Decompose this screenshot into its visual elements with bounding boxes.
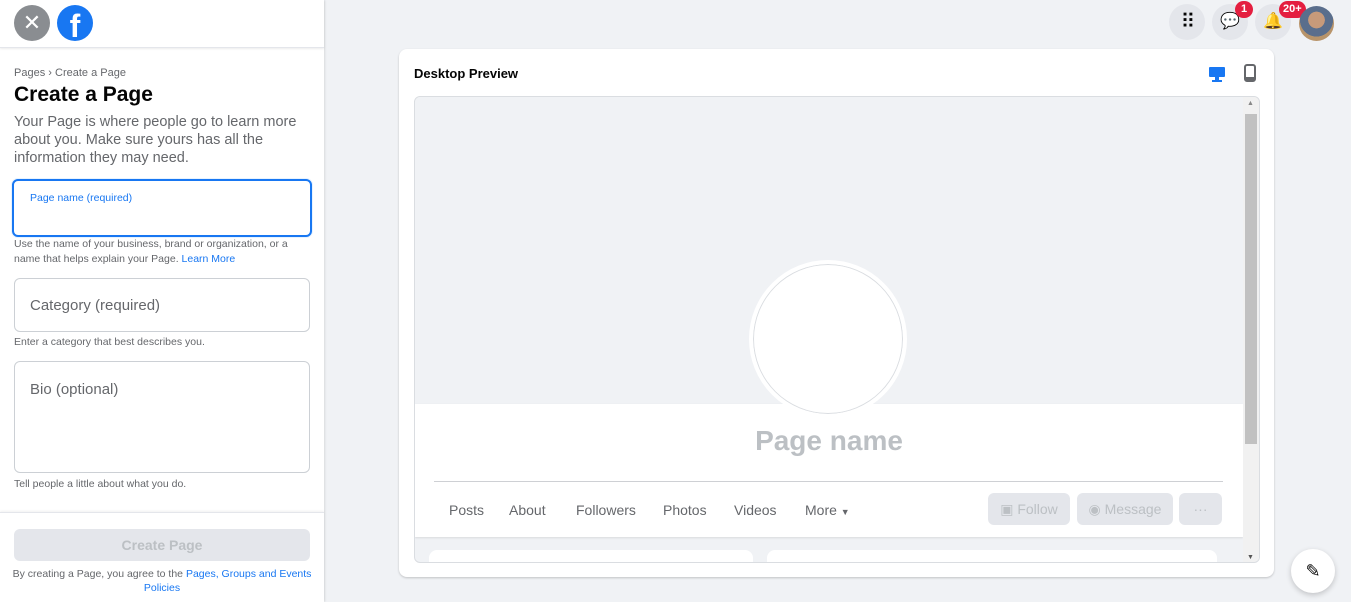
mobile-icon[interactable]	[1244, 64, 1256, 82]
intro-card	[429, 550, 753, 562]
bio-input[interactable]: Bio (optional)	[14, 361, 310, 473]
page-name-hint: Use the name of your business, brand or …	[14, 238, 288, 265]
create-page-sidebar: ✕ f Pages › Create a Page Create a Page …	[0, 0, 324, 602]
preview-frame: Page name Posts About Followers Photos V…	[414, 96, 1260, 563]
new-message-button[interactable]: ✎	[1291, 549, 1335, 593]
tab-videos[interactable]: Videos	[734, 502, 777, 518]
preview-scrollbar[interactable]: ▲ ▼	[1243, 97, 1259, 562]
sidebar-header: ✕ f	[0, 0, 324, 48]
breadcrumb-pages[interactable]: Pages	[14, 67, 45, 79]
bio-placeholder: Bio (optional)	[30, 381, 119, 398]
bio-hint: Tell people a little about what you do.	[14, 478, 187, 490]
follow-icon: ▣	[1000, 501, 1014, 517]
tab-posts[interactable]: Posts	[449, 502, 484, 518]
post-card	[767, 550, 1217, 562]
divider	[434, 481, 1223, 482]
desktop-icon[interactable]	[1208, 66, 1226, 82]
page-name-label: Page name (required)	[30, 192, 133, 204]
desktop-preview-card: Desktop Preview Page name Posts About Fo…	[399, 49, 1274, 577]
preview-title: Desktop Preview	[414, 66, 519, 81]
category-hint: Enter a category that best describes you…	[14, 336, 205, 348]
learn-more-link[interactable]: Learn More	[182, 253, 236, 265]
category-input[interactable]: Category (required)	[14, 278, 310, 332]
more-options-button[interactable]: ···	[1179, 493, 1222, 525]
account-avatar[interactable]	[1299, 6, 1334, 41]
messenger-icon: ◉	[1088, 501, 1101, 517]
close-button[interactable]: ✕	[14, 5, 50, 41]
create-page-button[interactable]: Create Page	[14, 529, 310, 561]
scrollbar-thumb[interactable]	[1245, 114, 1257, 444]
menu-button[interactable]: ⠿	[1169, 4, 1205, 40]
breadcrumb-current: Create a Page	[55, 67, 126, 79]
page-description: Your Page is where people go to learn mo…	[14, 114, 297, 166]
breadcrumb: Pages › Create a Page	[14, 67, 126, 79]
tab-followers[interactable]: Followers	[576, 502, 636, 518]
profile-picture	[749, 260, 907, 418]
messenger-badge: 1	[1235, 1, 1253, 18]
page-title: Create a Page	[14, 83, 153, 106]
breadcrumb-separator: ›	[48, 67, 52, 79]
compose-icon: ✎	[1305, 561, 1321, 581]
page-name-input[interactable]: Page name (required)	[12, 179, 312, 237]
tab-about[interactable]: About	[509, 502, 546, 518]
grid-icon: ⠿	[1180, 11, 1196, 33]
facebook-logo[interactable]: f	[57, 5, 93, 41]
bell-icon: 🔔	[1263, 13, 1283, 30]
close-icon: ✕	[22, 10, 42, 35]
tab-photos[interactable]: Photos	[663, 502, 707, 518]
preview-page-name: Page name	[755, 425, 903, 456]
caret-down-icon: ▼	[840, 507, 850, 517]
message-button[interactable]: ◉ Message	[1077, 493, 1173, 525]
sidebar-footer: Create Page By creating a Page, you agre…	[0, 512, 324, 602]
terms-text: By creating a Page, you agree to the Pag…	[12, 568, 312, 594]
tab-more[interactable]: More ▼	[805, 502, 850, 518]
category-placeholder: Category (required)	[30, 297, 161, 314]
follow-button[interactable]: ▣ Follow	[988, 493, 1070, 525]
